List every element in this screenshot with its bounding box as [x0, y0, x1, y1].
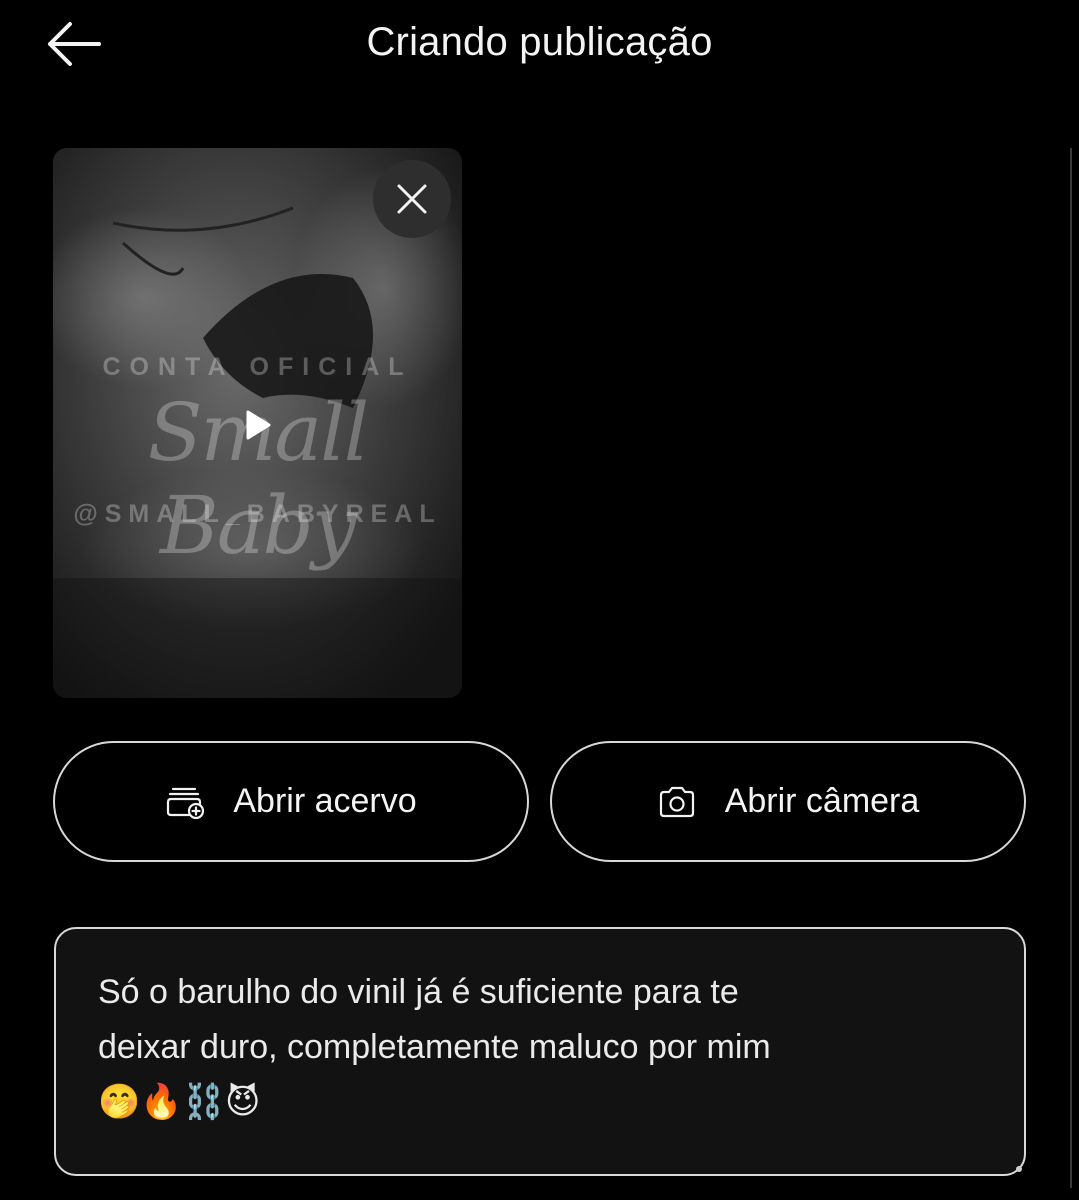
open-gallery-label: Abrir acervo [233, 782, 417, 820]
open-gallery-button[interactable]: Abrir acervo [53, 741, 529, 862]
caption-textarea[interactable]: Só o barulho do vinil já é suficiente pa… [54, 927, 1026, 1176]
watermark-top: CONTA OFICIAL [102, 353, 413, 381]
close-icon [397, 184, 427, 214]
caption-text: Só o barulho do vinil já é suficiente pa… [98, 973, 771, 1121]
play-icon [246, 410, 271, 440]
resize-handle[interactable] [1016, 1166, 1022, 1172]
camera-icon [657, 782, 697, 822]
scrollbar[interactable] [1070, 148, 1072, 1188]
media-preview[interactable]: CONTA OFICIAL Small Baby @SMALL_BABYREAL [53, 148, 462, 698]
play-button[interactable] [235, 402, 281, 448]
header-bar: Criando publicação [0, 0, 1079, 90]
open-camera-label: Abrir câmera [724, 782, 920, 820]
watermark-handle: @SMALL_BABYREAL [73, 500, 442, 528]
gallery-add-icon [165, 782, 205, 822]
remove-media-button[interactable] [373, 160, 451, 238]
page-title: Criando publicação [366, 20, 713, 64]
open-camera-button[interactable]: Abrir câmera [550, 741, 1026, 862]
